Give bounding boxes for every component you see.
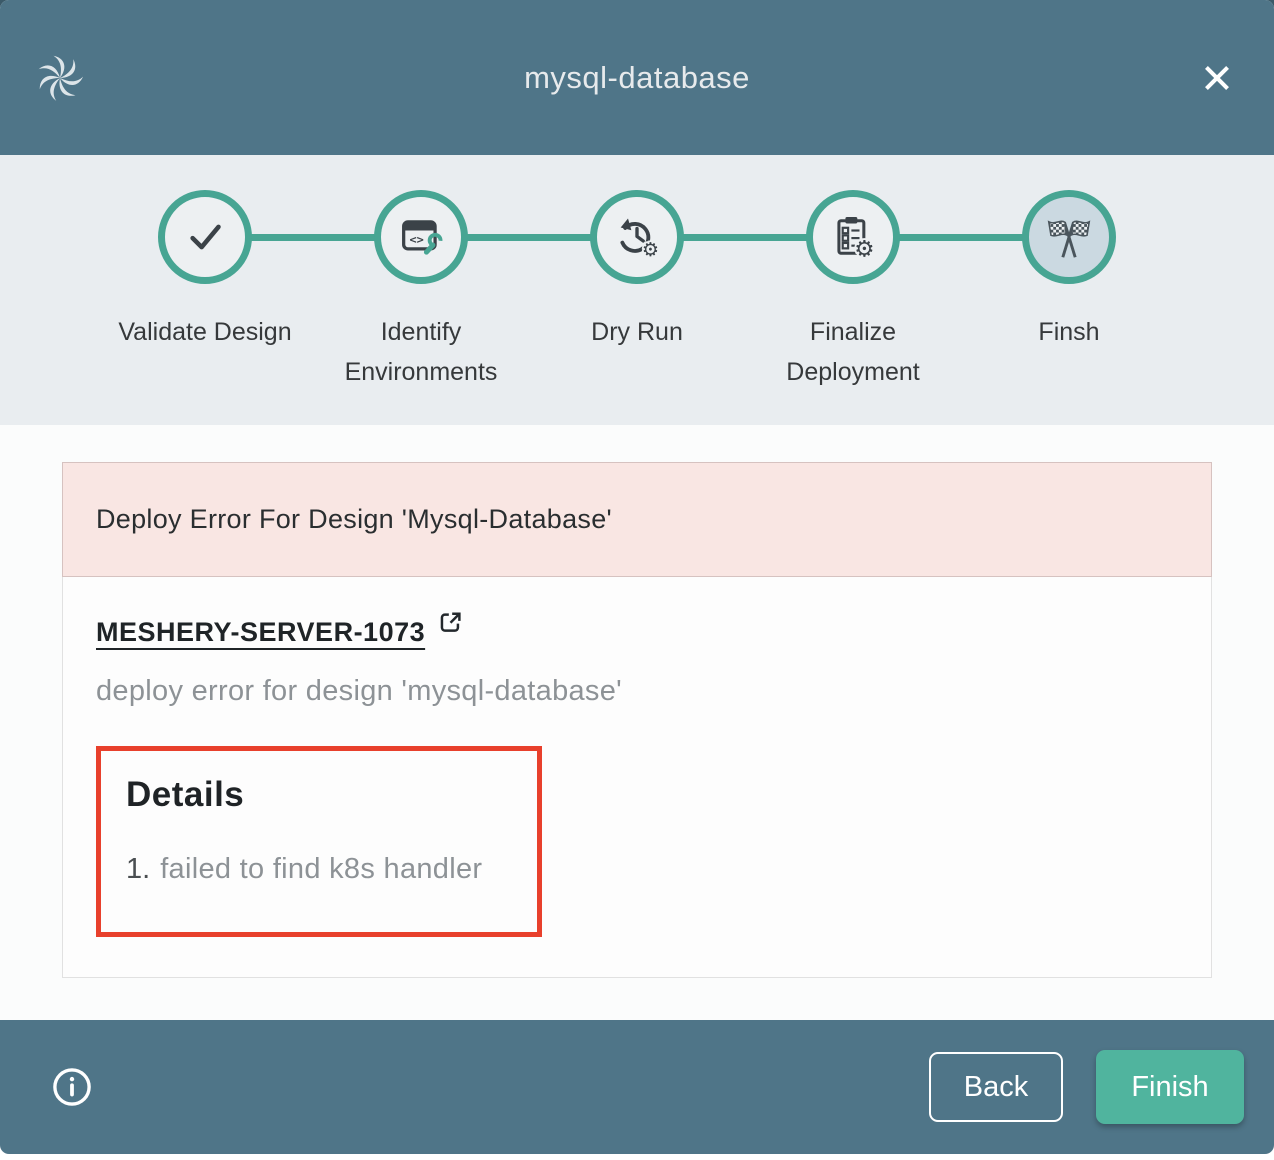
close-icon[interactable] [1194, 55, 1240, 101]
dialog-footer: Back Finish [0, 1020, 1274, 1154]
step-label: Validate Design [118, 312, 291, 352]
svg-text:⚙: ⚙ [642, 238, 659, 261]
deploy-error-panel: Deploy Error For Design 'Mysql-Database'… [62, 462, 1212, 978]
details-heading: Details [126, 775, 512, 815]
code-environment-icon: <> [374, 190, 468, 284]
dry-run-icon: ⚙ [590, 190, 684, 284]
deployment-wizard-dialog: mysql-database Validate Design [0, 0, 1274, 1154]
step-finalize-deployment: ⚙ Finalize Deployment [745, 190, 961, 392]
error-details-box: Details 1. failed to find k8s handler [96, 746, 542, 937]
detail-item-text: failed to find k8s handler [160, 853, 482, 886]
step-finish: Finsh [961, 190, 1177, 392]
info-icon[interactable] [50, 1065, 94, 1109]
svg-text:<>: <> [409, 233, 423, 247]
dialog-content: Deploy Error For Design 'Mysql-Database'… [0, 425, 1274, 1020]
step-label: Dry Run [591, 312, 683, 352]
dialog-header: mysql-database [0, 0, 1274, 155]
error-title: Deploy Error For Design 'Mysql-Database' [96, 504, 612, 535]
step-label: Identify Environments [321, 312, 521, 392]
error-code-link[interactable]: MESHERY-SERVER-1073 [96, 617, 425, 648]
finish-button[interactable]: Finish [1096, 1050, 1244, 1124]
finalize-deployment-icon: ⚙ [806, 190, 900, 284]
step-dry-run: ⚙ Dry Run [529, 190, 745, 392]
dialog-title: mysql-database [0, 60, 1274, 96]
error-panel-header: Deploy Error For Design 'Mysql-Database' [62, 462, 1212, 577]
check-icon [158, 190, 252, 284]
back-button[interactable]: Back [929, 1052, 1063, 1122]
detail-item-number: 1. [126, 853, 150, 886]
stepper: Validate Design <> Identify Environments [0, 155, 1274, 425]
step-validate-design: Validate Design [97, 190, 313, 392]
error-panel-body: MESHERY-SERVER-1073 deploy error for des… [62, 577, 1212, 978]
svg-text:⚙: ⚙ [854, 237, 874, 263]
step-label: Finalize Deployment [753, 312, 953, 392]
finish-flags-icon [1022, 190, 1116, 284]
external-link-icon[interactable] [437, 609, 464, 641]
error-description: deploy error for design 'mysql-database' [96, 675, 1178, 708]
step-label: Finsh [1038, 312, 1099, 352]
detail-list-item: 1. failed to find k8s handler [126, 853, 512, 886]
step-identify-environments: <> Identify Environments [313, 190, 529, 392]
